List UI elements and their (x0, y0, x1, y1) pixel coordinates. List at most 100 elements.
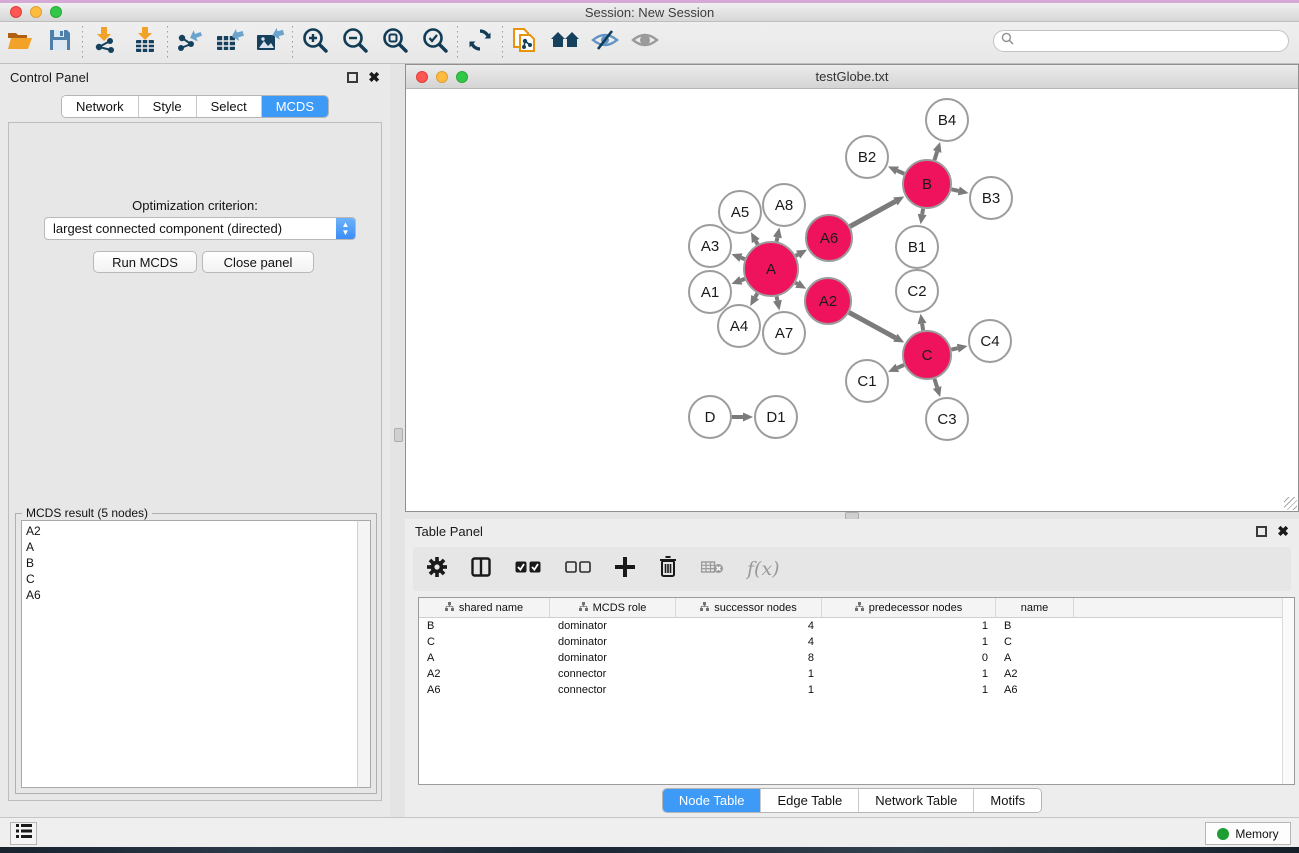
edge-A-A7[interactable] (777, 296, 778, 300)
control-panel-titlebar: Control Panel ✖ (0, 64, 390, 90)
edge-A-A2[interactable] (795, 283, 797, 284)
save-session-button[interactable] (40, 25, 80, 61)
arrowhead-icon (732, 276, 743, 284)
criterion-dropdown[interactable]: largest connected component (directed) ▲… (44, 217, 356, 240)
edge-A-A1[interactable] (741, 279, 745, 280)
edge-C-C1[interactable] (897, 365, 904, 368)
zoom-fit-button[interactable] (375, 25, 415, 61)
close-panel-button[interactable]: Close panel (202, 251, 314, 273)
table-row[interactable]: Adominator80A (419, 650, 1294, 666)
column-header-cell[interactable]: name (996, 598, 1074, 617)
tab-network[interactable]: Network (62, 96, 139, 117)
settings-gear-button[interactable] (427, 557, 447, 582)
close-panel-icon[interactable]: ✖ (368, 72, 380, 83)
column-chooser-button[interactable] (471, 557, 491, 582)
deselect-all-checks-button[interactable] (565, 560, 591, 578)
export-network-button[interactable] (170, 25, 210, 61)
delete-table-icon (701, 561, 723, 578)
open-file-button[interactable] (0, 25, 40, 61)
tab-style[interactable]: Style (139, 96, 197, 117)
node-label-A1: A1 (701, 284, 719, 301)
edge-A-A3[interactable] (741, 258, 745, 259)
table-row[interactable]: A6connector11A6 (419, 682, 1294, 698)
window-resize-grip[interactable] (1284, 497, 1297, 510)
add-column-button[interactable] (615, 557, 635, 582)
float-panel-button[interactable] (347, 72, 358, 83)
mcds-list-scrollbar[interactable] (357, 520, 371, 788)
import-network-button[interactable] (85, 25, 125, 61)
memory-button[interactable]: Memory (1205, 822, 1291, 845)
edge-B-B3[interactable] (951, 189, 958, 191)
float-table-panel-button[interactable] (1256, 526, 1267, 537)
edge-B-B4[interactable] (934, 151, 937, 160)
table-tab-edge-table[interactable]: Edge Table (761, 789, 859, 812)
edge-C-C2[interactable] (922, 324, 923, 331)
edge-A-A5[interactable] (756, 241, 758, 244)
table-scrollbar[interactable] (1282, 598, 1294, 784)
function-builder-button[interactable]: f(x) (747, 558, 780, 580)
table-row[interactable]: A2connector11A2 (419, 666, 1294, 682)
table-row[interactable]: Bdominator41B (419, 618, 1294, 634)
mcds-result-item[interactable]: A6 (26, 587, 355, 603)
open-folder-icon (7, 29, 33, 56)
cell-shared-name: A6 (419, 684, 550, 696)
run-mcds-button[interactable]: Run MCDS (93, 251, 197, 273)
edge-A6-B[interactable] (850, 201, 895, 226)
export-table-button[interactable] (210, 25, 250, 61)
zoom-selected-button[interactable] (415, 25, 455, 61)
network-canvas[interactable]: AA1A2A3A4A5A6A7A8BB1B2B3B4CC1C2C3C4DD1 (406, 89, 1298, 511)
zoom-out-button[interactable] (335, 25, 375, 61)
search-input[interactable] (1018, 34, 1288, 48)
column-header-cell[interactable]: MCDS role (550, 598, 676, 617)
cell-predecessor-nodes: 1 (822, 620, 996, 632)
refresh-layout-button[interactable] (460, 25, 500, 61)
network-window-titlebar[interactable]: testGlobe.txt (406, 65, 1298, 89)
search-field[interactable] (993, 30, 1289, 52)
mcds-result-item[interactable]: B (26, 555, 355, 571)
hide-details-button[interactable] (585, 25, 625, 61)
task-history-button[interactable] (10, 822, 37, 845)
main-toolbar (0, 22, 1299, 64)
arrowhead-icon (958, 187, 969, 196)
main-titlebar[interactable]: Session: New Session (0, 3, 1299, 22)
duplicate-network-button[interactable] (505, 25, 545, 61)
home-button[interactable] (545, 25, 585, 61)
edge-A-A8[interactable] (777, 237, 778, 241)
export-image-button[interactable] (250, 25, 290, 61)
tab-select[interactable]: Select (197, 96, 262, 117)
edge-A-A6[interactable] (796, 254, 798, 255)
edge-C-C3[interactable] (934, 379, 937, 388)
edge-A-A4[interactable] (755, 293, 757, 297)
delete-column-button[interactable] (659, 556, 677, 582)
optimization-criterion-label: Optimization criterion: (9, 198, 381, 213)
toolbar-separator (502, 26, 503, 60)
mcds-result-item[interactable]: C (26, 571, 355, 587)
import-table-button[interactable] (125, 25, 165, 61)
column-header-cell[interactable]: predecessor nodes (822, 598, 996, 617)
column-header-cell[interactable]: successor nodes (676, 598, 822, 617)
edge-A2-C[interactable] (849, 312, 895, 337)
table-row[interactable]: Cdominator41C (419, 634, 1294, 650)
mcds-result-item[interactable]: A (26, 539, 355, 555)
select-all-checks-button[interactable] (515, 560, 541, 578)
birds-eye-view-button[interactable] (625, 25, 665, 61)
node-table[interactable]: shared nameMCDS rolesuccessor nodesprede… (418, 597, 1295, 785)
column-header-cell[interactable]: shared name (419, 598, 550, 617)
unchecked-boxes-icon (565, 560, 591, 577)
cell-predecessor-nodes: 0 (822, 652, 996, 664)
delete-table-button[interactable] (701, 560, 723, 579)
mcds-result-list[interactable]: A2ABCA6 (21, 520, 359, 788)
edge-B-B1[interactable] (922, 209, 923, 215)
table-tab-network-table[interactable]: Network Table (859, 789, 974, 812)
edge-B-B2[interactable] (897, 171, 904, 174)
column-type-icon (855, 602, 864, 614)
vertical-splitter-grip[interactable] (394, 428, 403, 442)
zoom-in-button[interactable] (295, 25, 335, 61)
mcds-result-item[interactable]: A2 (26, 523, 355, 539)
table-tab-node-table[interactable]: Node Table (663, 789, 762, 812)
cell-shared-name: B (419, 620, 550, 632)
close-table-panel-icon[interactable]: ✖ (1277, 526, 1289, 537)
tab-mcds[interactable]: MCDS (262, 96, 328, 117)
table-tab-motifs[interactable]: Motifs (974, 789, 1041, 812)
edge-C-C4[interactable] (951, 348, 957, 349)
